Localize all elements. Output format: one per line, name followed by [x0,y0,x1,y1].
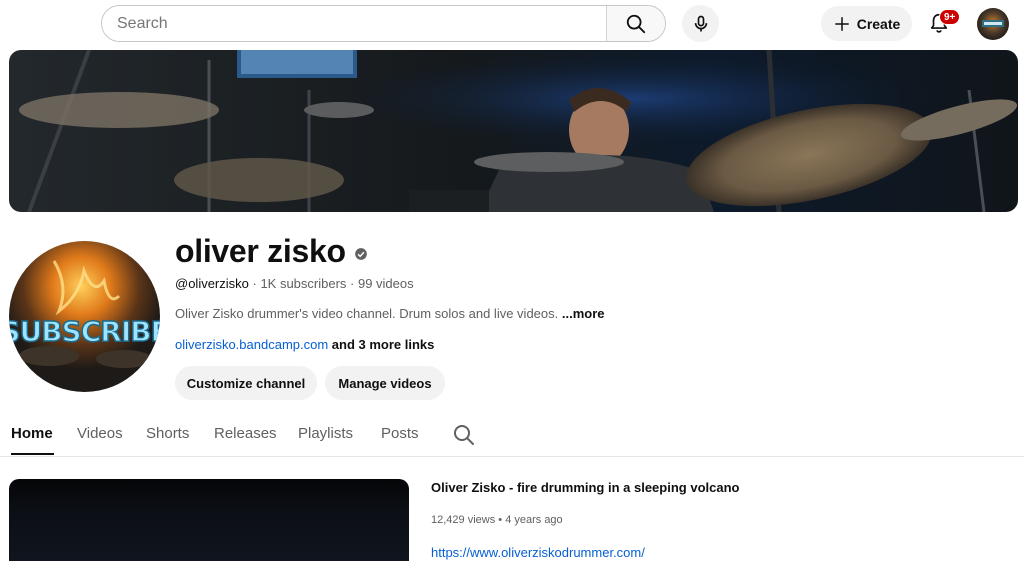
channel-description[interactable]: Oliver Zisko drummer's video channel. Dr… [175,306,604,321]
verified-icon [354,248,367,260]
featured-video-title[interactable]: Oliver Zisko - fire drumming in a sleepi… [431,480,739,495]
masthead: Create 9+ [0,0,1024,46]
manage-videos-button[interactable]: Manage videos [325,366,445,400]
channel-avatar-image: SUBSCRIBE [9,241,160,392]
plus-icon [834,16,849,31]
search-box [101,5,666,42]
channel-avatar[interactable]: SUBSCRIBE [9,241,160,392]
channel-links: oliverzisko.bandcamp.com and 3 more link… [175,337,434,352]
tab-playlists[interactable]: Playlists [298,425,353,442]
active-tab-indicator [11,453,54,455]
video-views: 12,429 views [431,514,496,526]
search-button[interactable] [606,6,665,41]
notification-count-badge: 9+ [939,9,961,25]
channel-stats: · 1K subscribers · 99 videos [248,276,414,291]
banner-image [9,50,1018,212]
channel-name-row: oliver zisko [175,230,368,272]
channel-meta: @oliverzisko · 1K subscribers · 99 video… [175,276,414,291]
create-label: Create [856,15,901,32]
customize-channel-button[interactable]: Customize channel [175,366,317,400]
channel-tabs: Home Videos Shorts Releases Playlists Po… [0,415,1024,457]
channel-name: oliver zisko [175,232,346,269]
tab-posts[interactable]: Posts [381,425,419,442]
avatar-image [977,8,1009,40]
avatar-subscribe-text: SUBSCRIBE [9,315,160,348]
voice-search-button[interactable] [682,5,719,42]
tab-shorts[interactable]: Shorts [146,425,189,442]
featured-video-thumbnail[interactable] [9,479,409,561]
search-icon [626,14,646,33]
meta-separator: • [495,514,506,526]
featured-video-description-link[interactable]: https://www.oliverziskodrummer.com/ [431,545,645,560]
video-age: 4 years ago [505,514,563,526]
channel-handle: @oliverzisko [175,276,249,291]
search-input[interactable] [102,6,606,41]
featured-video-stats: 12,429 views • 4 years ago [431,514,563,526]
tab-home[interactable]: Home [11,425,53,442]
channel-search-icon[interactable] [452,423,476,447]
account-avatar[interactable] [977,8,1009,40]
tab-releases[interactable]: Releases [214,425,277,442]
microphone-icon [694,15,707,31]
description-text: Oliver Zisko drummer's video channel. Dr… [175,306,562,321]
description-more-link[interactable]: ...more [562,306,605,321]
channel-banner [9,50,1018,212]
channel-link[interactable]: oliverzisko.bandcamp.com [175,337,328,352]
tab-videos[interactable]: Videos [77,425,123,442]
more-links-button[interactable]: and 3 more links [328,337,435,352]
create-button[interactable]: Create [821,6,912,41]
